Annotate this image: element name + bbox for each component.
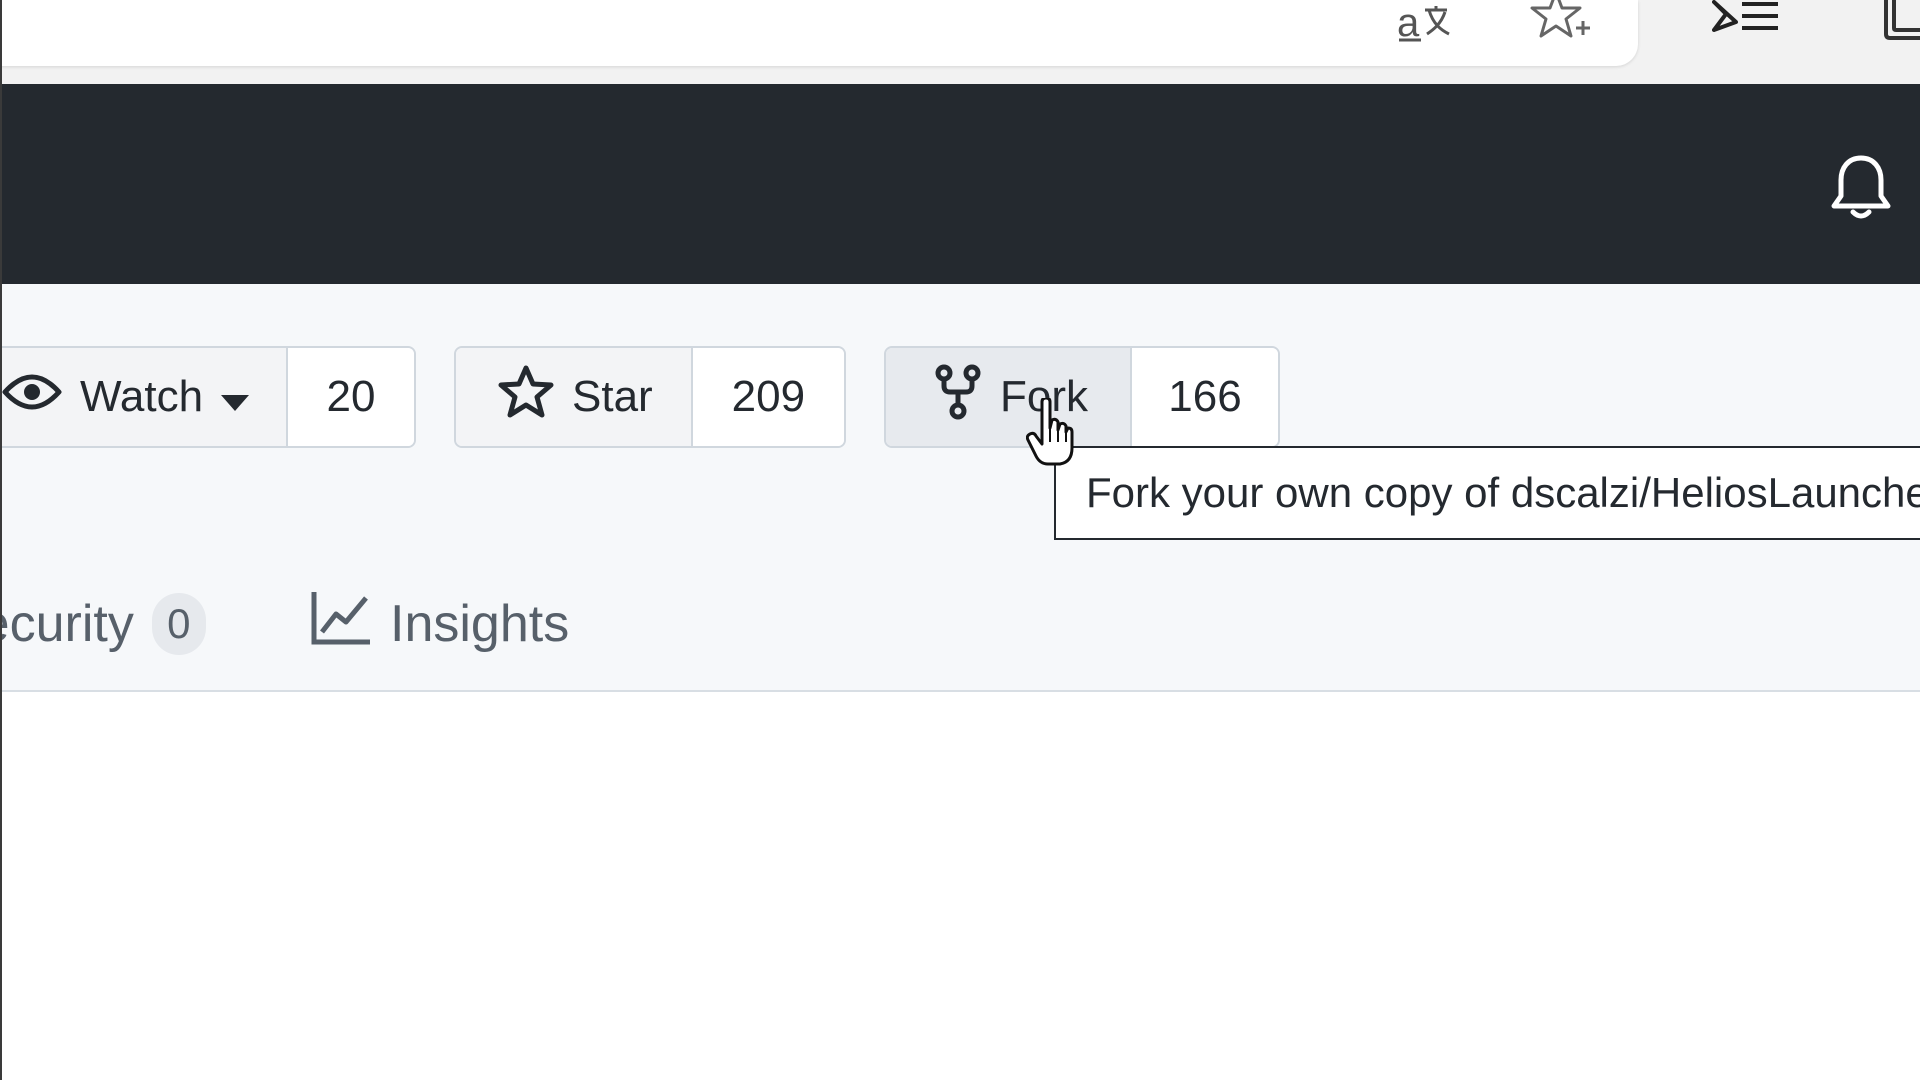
star-count[interactable]: 209 <box>692 348 844 446</box>
watch-button-group: Watch 20 <box>0 346 416 448</box>
reading-list-icon[interactable] <box>1712 0 1782 44</box>
star-button[interactable]: Star <box>456 348 693 446</box>
repo-forked-icon <box>934 364 982 431</box>
watch-count[interactable]: 20 <box>288 348 414 446</box>
translate-icon[interactable]: a <box>1388 0 1458 44</box>
star-icon <box>498 365 554 430</box>
fork-button-group: Fork 166 <box>884 346 1280 448</box>
hand-cursor-icon <box>1025 396 1074 468</box>
screen: a Watch 20 Star 209 Fork 166 Fork your o… <box>0 0 1920 1080</box>
add-favorite-icon[interactable] <box>1530 0 1594 44</box>
tab-label: Security <box>0 595 134 653</box>
window-edge <box>0 0 2 1080</box>
tab-insights[interactable]: Insights <box>310 584 569 664</box>
fork-tooltip: Fork your own copy of dscalzi/HeliosLaun… <box>1054 446 1920 540</box>
caret-down-icon <box>221 372 250 422</box>
security-count-badge: 0 <box>151 593 206 655</box>
graph-icon <box>310 590 372 659</box>
browser-toolbar: a <box>0 0 1920 84</box>
eye-icon <box>2 368 62 427</box>
watch-label: Watch <box>80 372 204 421</box>
github-header <box>0 84 1920 284</box>
svg-text:a: a <box>1397 1 1420 44</box>
fork-button[interactable]: Fork <box>886 348 1132 446</box>
collections-icon[interactable] <box>1880 0 1920 44</box>
star-button-group: Star 209 <box>454 346 846 448</box>
tab-label: Insights <box>390 595 570 653</box>
watch-button[interactable]: Watch <box>0 348 288 446</box>
tab-security[interactable]: Security 0 <box>0 584 206 664</box>
fork-count[interactable]: 166 <box>1131 348 1278 446</box>
star-label: Star <box>572 372 653 421</box>
bell-icon[interactable] <box>1830 152 1892 222</box>
